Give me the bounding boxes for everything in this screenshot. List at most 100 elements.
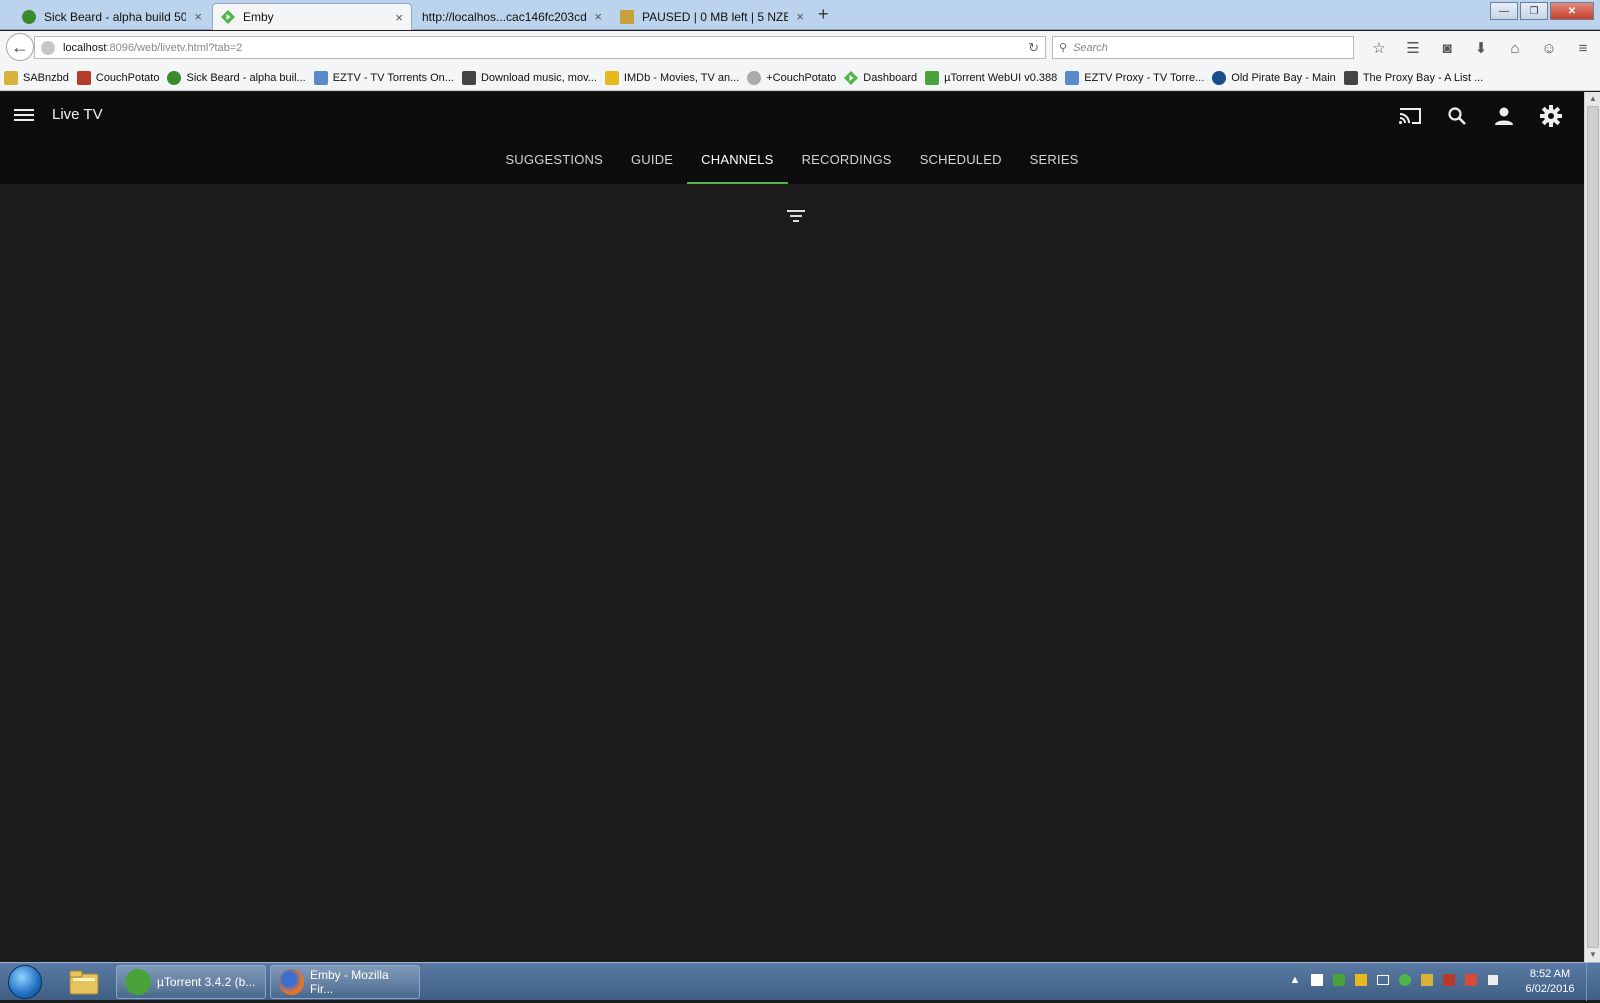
scrollbar-thumb[interactable]	[1587, 106, 1599, 948]
sickbeard-icon	[167, 70, 182, 85]
clock-date: 6/02/2016	[1525, 983, 1575, 995]
bookmark-label: +CouchPotato	[766, 71, 837, 84]
pocket-icon[interactable]: ◙	[1430, 37, 1464, 59]
bookmark-couchpotato[interactable]: CouchPotato	[76, 70, 159, 85]
emby-page: Live TV SUGGESTIONS GUIDE CHANNELS RECOR…	[0, 92, 1584, 962]
site-info-icon[interactable]	[41, 40, 55, 55]
show-hidden-icons-icon[interactable]: ▲	[1286, 971, 1304, 989]
search-placeholder: Search	[1073, 41, 1108, 54]
bookmark-eztv[interactable]: EZTV - TV Torrents On...	[313, 70, 454, 85]
couchpotato-tray-icon[interactable]	[1440, 971, 1458, 989]
pirate-ship-icon	[1343, 70, 1358, 85]
tab-recordings[interactable]: RECORDINGS	[788, 140, 906, 184]
browser-tab-localhost[interactable]: http://localhos...cac146fc203cdb ×	[414, 3, 610, 30]
couchpotato-icon	[76, 70, 91, 85]
eztv-icon	[313, 70, 328, 85]
bookmark-utorrent[interactable]: µTorrent WebUI v0.388	[925, 70, 1057, 85]
sabnzbd-tray-icon[interactable]	[1418, 971, 1436, 989]
taskbar-item-utorrent[interactable]: µTorrent 3.4.2 (b...	[116, 965, 266, 999]
skull-icon	[1212, 70, 1227, 85]
hello-chat-icon[interactable]: ☺	[1532, 37, 1566, 59]
tab-close-icon[interactable]: ×	[796, 9, 804, 24]
clock-time: 8:52 AM	[1529, 968, 1571, 980]
reading-list-icon[interactable]: ☰	[1396, 37, 1430, 59]
header-icons	[1386, 101, 1574, 131]
bookmarks-toolbar: SABnzbd CouchPotato Sick Beard - alpha b…	[0, 65, 1600, 91]
downloads-icon[interactable]: ⬇	[1464, 37, 1498, 59]
taskbar-item-label: Emby - Mozilla Fir...	[309, 968, 389, 996]
user-icon[interactable]	[1480, 101, 1527, 131]
close-button[interactable]: ✕	[1550, 2, 1594, 20]
globe-icon	[747, 70, 762, 85]
browser-tab-emby[interactable]: Emby ×	[212, 3, 412, 30]
bookmark-eztv-proxy[interactable]: EZTV Proxy - TV Torre...	[1065, 70, 1204, 85]
bookmark-sabnzbd[interactable]: SABnzbd	[4, 70, 69, 85]
search-icon[interactable]	[1433, 101, 1480, 131]
hamburger-menu-icon[interactable]	[14, 106, 34, 124]
window-controls: — ❐ ✕	[1488, 2, 1594, 20]
menu-icon[interactable]: ≡	[1566, 37, 1600, 59]
bookmark-label: IMDb - Movies, TV an...	[623, 71, 740, 84]
reload-icon[interactable]: ↻	[1028, 40, 1039, 56]
utorrent-tray-icon[interactable]	[1330, 971, 1348, 989]
bookmark-imdb[interactable]: IMDb - Movies, TV an...	[604, 70, 740, 85]
package-tray-icon[interactable]	[1352, 971, 1370, 989]
emby-favicon-icon	[221, 10, 235, 24]
bookmark-plus-couchpotato[interactable]: +CouchPotato	[747, 70, 837, 85]
bookmark-proxy-bay[interactable]: The Proxy Bay - A List ...	[1343, 70, 1483, 85]
back-button[interactable]: ←	[6, 33, 34, 61]
tab-channels[interactable]: CHANNELS	[687, 140, 788, 184]
search-bar[interactable]: ⚲ Search	[1052, 36, 1354, 59]
taskbar-item-firefox[interactable]: Emby - Mozilla Fir...	[270, 965, 420, 999]
sabnzbd-favicon-icon	[620, 9, 634, 24]
network-tray-icon[interactable]	[1462, 971, 1480, 989]
url-bar[interactable]: localhost:8096/web/livetv.html?tab=2 ↻	[34, 36, 1046, 59]
browser-toolbar-icons: ☆ ☰ ◙ ⬇ ⌂ ☺ ≡	[1362, 37, 1600, 59]
browser-tab-sabnzbd[interactable]: PAUSED | 0 MB left | 5 NZBs ×	[612, 3, 812, 30]
page-scrollbar[interactable]: ▲ ▼	[1584, 92, 1600, 962]
pirate-ship-icon	[461, 70, 476, 85]
windows-flag-icon[interactable]	[1308, 971, 1326, 989]
browser-tab-sickbeard[interactable]: Sick Beard - alpha build 50... ×	[14, 3, 210, 30]
emby-icon	[844, 70, 859, 85]
tab-close-icon[interactable]: ×	[594, 9, 602, 24]
tab-series[interactable]: SERIES	[1016, 140, 1093, 184]
start-button[interactable]	[8, 965, 42, 999]
file-explorer-icon[interactable]	[66, 966, 102, 998]
cast-icon[interactable]	[1386, 101, 1433, 131]
new-tab-button[interactable]: +	[818, 4, 829, 25]
bookmark-old-pirate-bay[interactable]: Old Pirate Bay - Main	[1212, 70, 1336, 85]
utorrent-icon	[925, 70, 940, 85]
bookmark-label: EZTV - TV Torrents On...	[332, 71, 454, 84]
bookmark-dashboard[interactable]: Dashboard	[844, 70, 917, 85]
show-desktop-button[interactable]	[1586, 963, 1600, 1001]
bookmark-label: Old Pirate Bay - Main	[1231, 71, 1336, 84]
tab-close-icon[interactable]: ×	[194, 9, 202, 24]
search-glass-icon: ⚲	[1059, 42, 1068, 54]
livetv-tabs: SUGGESTIONS GUIDE CHANNELS RECORDINGS SC…	[0, 140, 1584, 184]
home-icon[interactable]: ⌂	[1498, 37, 1532, 59]
eztv-icon	[1065, 70, 1080, 85]
bookmark-sickbeard[interactable]: Sick Beard - alpha buil...	[167, 70, 306, 85]
play-tray-icon[interactable]	[1396, 971, 1414, 989]
url-path: :8096/web/livetv.html?tab=2	[106, 41, 243, 54]
settings-icon[interactable]	[1527, 101, 1574, 131]
tab-close-icon[interactable]: ×	[395, 10, 403, 25]
bookmark-label: Download music, mov...	[480, 71, 597, 84]
tab-guide[interactable]: GUIDE	[617, 140, 687, 184]
system-clock[interactable]: 8:52 AM 6/02/2016	[1520, 967, 1580, 997]
tab-title: PAUSED | 0 MB left | 5 NZBs	[642, 9, 789, 24]
bookmark-star-icon[interactable]: ☆	[1362, 37, 1396, 59]
monitor-tray-icon[interactable]	[1374, 971, 1392, 989]
scroll-down-arrow-icon[interactable]: ▼	[1585, 948, 1600, 962]
bookmark-download-music[interactable]: Download music, mov...	[461, 70, 597, 85]
tab-suggestions[interactable]: SUGGESTIONS	[491, 140, 617, 184]
filter-icon[interactable]	[786, 210, 806, 224]
maximize-button[interactable]: ❐	[1520, 2, 1548, 20]
browser-tab-strip: Sick Beard - alpha build 50... × Emby × …	[0, 0, 1600, 30]
volume-icon[interactable]	[1484, 971, 1502, 989]
scroll-up-arrow-icon[interactable]: ▲	[1585, 92, 1600, 106]
tab-title: Emby	[243, 10, 274, 24]
minimize-button[interactable]: —	[1490, 2, 1518, 20]
tab-scheduled[interactable]: SCHEDULED	[906, 140, 1016, 184]
